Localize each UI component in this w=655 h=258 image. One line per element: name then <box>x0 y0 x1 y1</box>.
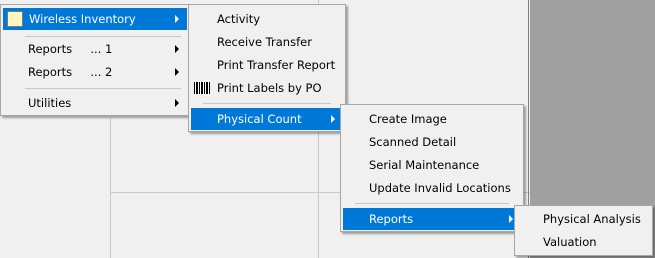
reports-submenu: Physical Analysis Valuation <box>514 205 653 256</box>
chevron-right-icon <box>509 215 513 223</box>
menu-item-activity[interactable]: Activity <box>191 8 343 30</box>
menu-item-physical-analysis[interactable]: Physical Analysis <box>517 208 650 230</box>
menu-item-wireless-inventory[interactable]: Wireless Inventory <box>3 8 187 30</box>
menu-item-serial-maintenance[interactable]: Serial Maintenance <box>343 154 521 176</box>
menu-item-reports-1[interactable]: Reports ... 1 <box>3 38 187 60</box>
menu-separator <box>25 88 181 89</box>
menu-item-create-image[interactable]: Create Image <box>343 108 521 130</box>
menu-item-print-transfer-report[interactable]: Print Transfer Report <box>191 54 343 76</box>
menu-separator <box>355 203 509 204</box>
wireless-inventory-submenu: Activity Receive Transfer Print Transfer… <box>188 4 346 132</box>
menu-item-update-invalid-locations[interactable]: Update Invalid Locations <box>343 177 521 199</box>
chevron-right-icon <box>175 15 179 23</box>
menu-item-reports[interactable]: Reports <box>343 208 521 230</box>
chevron-right-icon <box>175 45 179 53</box>
background-grid-line <box>110 118 111 258</box>
menu-item-physical-count[interactable]: Physical Count <box>191 108 343 130</box>
menu-item-receive-transfer[interactable]: Receive Transfer <box>191 31 343 53</box>
menu-item-print-labels-by-po[interactable]: Print Labels by PO <box>191 77 343 99</box>
physical-count-submenu: Create Image Scanned Detail Serial Maint… <box>340 104 524 232</box>
menu-separator <box>203 103 331 104</box>
menu-item-utilities[interactable]: Utilities <box>3 92 187 114</box>
menu-separator <box>25 36 181 37</box>
menu-item-valuation[interactable]: Valuation <box>517 231 650 253</box>
chevron-right-icon <box>331 115 335 123</box>
barcode-icon <box>194 82 210 94</box>
chevron-right-icon <box>175 99 179 107</box>
menu-item-scanned-detail[interactable]: Scanned Detail <box>343 131 521 153</box>
menu-item-reports-2[interactable]: Reports ... 2 <box>3 61 187 83</box>
main-menu: Wireless Inventory Reports ... 1 Reports… <box>0 4 190 116</box>
inventory-icon <box>7 11 23 27</box>
chevron-right-icon <box>175 68 179 76</box>
